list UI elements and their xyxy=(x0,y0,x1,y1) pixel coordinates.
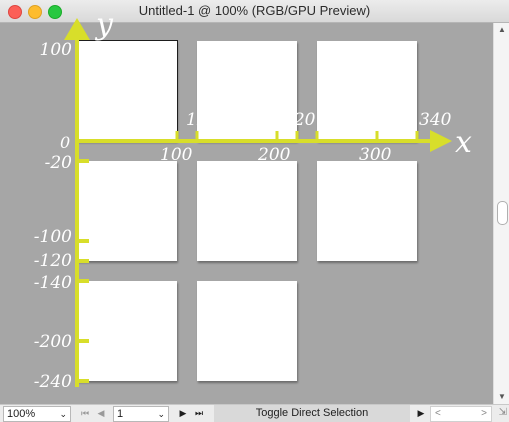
y-axis-arrowhead xyxy=(64,18,90,40)
status-bar: 100% ⌄ ⏮ ◀ 1 ⌄ ▶ ⏭ Toggle Direct Selecti… xyxy=(0,404,509,422)
y-label--140: -140 xyxy=(34,273,72,293)
status-menu-arrow-icon[interactable]: ▶ xyxy=(414,406,428,421)
scroll-up-icon[interactable]: ▲ xyxy=(494,23,509,37)
chevron-down-icon: ⌄ xyxy=(59,409,67,419)
scroll-thumb[interactable] xyxy=(497,201,508,225)
x-axis-labels-below: 100 200 300 xyxy=(160,145,392,165)
x-label-300: 300 xyxy=(359,145,392,165)
previous-page-icon[interactable]: ◀ xyxy=(94,406,108,421)
axes-overlay: y x 0 100 -20 -100 -120 -140 -200 -240 1… xyxy=(34,7,472,392)
x-axis-labels-above: 120 220 240 340 xyxy=(186,110,452,130)
x-label-340: 340 xyxy=(419,110,452,130)
illustrator-document-window: Untitled-1 @ 100% (RGB/GPU Preview) y x … xyxy=(0,0,509,422)
page-select[interactable]: 1 ⌄ xyxy=(113,406,169,422)
y-label-100: 100 xyxy=(40,40,73,60)
zoom-select[interactable]: 100% ⌄ xyxy=(3,406,71,422)
scroll-right-icon[interactable]: > xyxy=(481,407,487,421)
y-label--240: -240 xyxy=(34,372,72,392)
horizontal-scrollbar[interactable]: < > xyxy=(430,406,492,422)
last-page-icon[interactable]: ⏭ xyxy=(192,406,206,421)
first-page-icon[interactable]: ⏮ xyxy=(78,406,92,421)
resize-grip-icon[interactable]: ⇲ xyxy=(499,407,507,418)
y-label--200: -200 xyxy=(34,332,72,352)
vertical-scrollbar[interactable]: ▲ ▼ xyxy=(493,23,509,404)
x-label-120: 120 xyxy=(186,110,219,130)
x-axis-name: x xyxy=(455,125,472,160)
scroll-left-icon[interactable]: < xyxy=(435,407,441,421)
y-axis-name: y xyxy=(94,7,114,42)
zoom-value: 100% xyxy=(7,408,36,420)
origin-label: 0 xyxy=(60,133,70,152)
scroll-down-icon[interactable]: ▼ xyxy=(494,390,509,404)
x-label-220: 220 xyxy=(282,110,316,130)
y-label--100: -100 xyxy=(34,227,72,247)
toggle-direct-selection-button[interactable]: Toggle Direct Selection xyxy=(214,405,410,422)
next-page-icon[interactable]: ▶ xyxy=(176,406,190,421)
x-label-200: 200 xyxy=(257,145,291,165)
y-axis-labels: 100 -20 -100 -120 -140 -200 -240 xyxy=(34,40,72,392)
x-label-100: 100 xyxy=(160,145,193,165)
x-axis-arrowhead xyxy=(430,130,452,152)
chevron-down-icon: ⌄ xyxy=(157,409,165,419)
x-label-240: 240 xyxy=(323,110,357,130)
y-label--20: -20 xyxy=(45,153,73,173)
page-number: 1 xyxy=(117,408,124,420)
y-label--120: -120 xyxy=(34,251,72,271)
